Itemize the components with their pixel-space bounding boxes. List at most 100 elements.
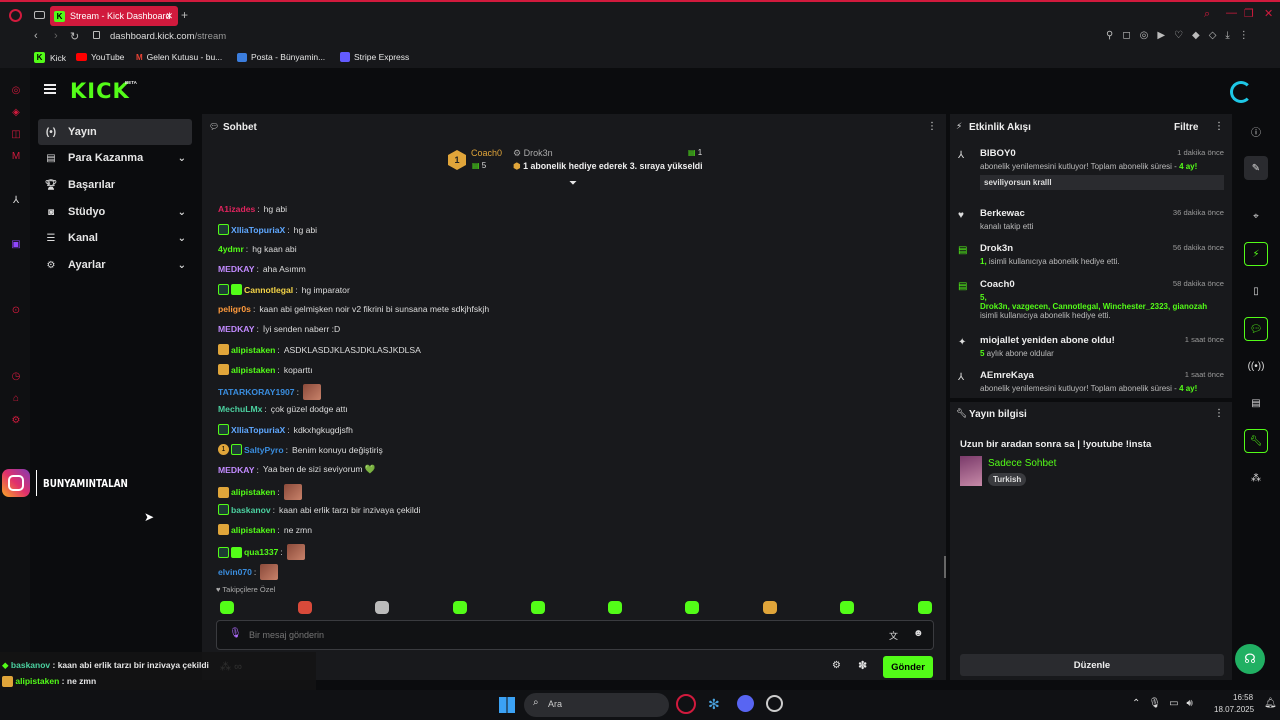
user-avatar[interactable]: [1230, 81, 1252, 103]
nav-item-kanal[interactable]: ☰ Kanal ⌄: [38, 225, 192, 251]
chat-username[interactable]: Cannotlegal: [244, 285, 293, 295]
activity-event[interactable]: ▤ Coach0 58 dakika önce 5, Drok3n, vazgecen,…: [958, 279, 1224, 329]
chat-username[interactable]: MEDKAY: [218, 264, 254, 274]
emoji-picker-icon[interactable]: ☻: [913, 628, 924, 639]
obs-taskbar-icon[interactable]: [766, 695, 783, 712]
chat-settings-icon[interactable]: ⚙: [832, 660, 841, 671]
nav-item-studyo[interactable]: ◙ Stüdyo ⌄: [38, 199, 192, 225]
opera-logo-icon[interactable]: [9, 9, 22, 22]
emote-item[interactable]: [918, 601, 932, 614]
chat-username[interactable]: baskanov: [231, 505, 271, 515]
emote-item[interactable]: [220, 601, 234, 614]
bookmark-mail[interactable]: Posta - Bünyamin...: [237, 52, 325, 62]
bookmark-gmail[interactable]: M Gelen Kutusu - bu...: [136, 52, 222, 62]
chat-username[interactable]: elvin070: [218, 567, 252, 577]
activity-event[interactable]: ♥ Berkewac 36 dakika önce kanalı takip etti: [958, 208, 1224, 238]
menu-hamburger-icon[interactable]: [44, 84, 56, 94]
category-name[interactable]: Sadece Sohbet: [988, 458, 1056, 469]
browser-tab[interactable]: K Stream - Kick Dashboard ✕: [50, 6, 178, 26]
emote-item[interactable]: [685, 601, 699, 614]
search-tabs-icon[interactable]: ⌕: [1204, 8, 1210, 21]
chat-username[interactable]: alipistaken: [231, 487, 275, 497]
nav-item-para-kazanma[interactable]: ▤ Para Kazanma ⌄: [38, 145, 192, 171]
chat-username[interactable]: peligr0s: [218, 304, 251, 314]
notification-icon[interactable]: 🔔︎: [1264, 698, 1277, 709]
quick-action-icon[interactable]: ⚡︎: [1244, 242, 1268, 266]
emote-item[interactable]: [531, 601, 545, 614]
close-window-icon[interactable]: ✕: [1264, 7, 1273, 20]
activity-menu-icon[interactable]: ⋮: [1214, 121, 1224, 132]
activity-event[interactable]: ⅄ AEmreKaya 1 saat önce abonelik yenilemesi…: [958, 370, 1224, 398]
microphone-icon[interactable]: 🎙︎: [229, 628, 242, 639]
emote-item[interactable]: [763, 601, 777, 614]
opera-sidebar-icons[interactable]: ◎ ◈ ◫ M ⅄ ▣ ⊙ ◷ ⌂ ⚙: [10, 80, 22, 432]
discord-taskbar-icon[interactable]: [737, 695, 754, 712]
emote-item[interactable]: [840, 601, 854, 614]
info-icon[interactable]: ⓘ: [1244, 119, 1268, 143]
kick-logo[interactable]: KICK: [70, 79, 130, 103]
app-taskbar-icon[interactable]: ✻: [708, 696, 720, 713]
new-tab-button[interactable]: +: [181, 8, 188, 22]
emote-item[interactable]: [375, 601, 389, 614]
chat-username[interactable]: 4ydmr: [218, 244, 244, 254]
stream-info-menu-icon[interactable]: ⋮: [1214, 408, 1224, 419]
chat-username[interactable]: SaltyPyro: [244, 445, 284, 455]
screenshot-icon[interactable]: ⌖: [1244, 204, 1268, 228]
filter-button[interactable]: Filtre: [1174, 122, 1198, 133]
tray-icons[interactable]: ⌃🎙︎▭🔊︎: [1132, 698, 1201, 709]
windows-start-icon[interactable]: [499, 697, 515, 713]
clipboard-icon[interactable]: ▯: [1244, 279, 1268, 303]
broadcast-toggle-icon[interactable]: ((•)): [1244, 354, 1268, 378]
forward-icon[interactable]: ›: [54, 30, 58, 42]
chat-input[interactable]: 🎙︎ 文 ☻: [216, 620, 934, 650]
edit-pencil-icon[interactable]: ✎: [1244, 156, 1268, 180]
layout-icon[interactable]: ▤: [1244, 391, 1268, 415]
url-field[interactable]: dashboard.kick.com/stream: [110, 31, 226, 42]
emote-item[interactable]: [453, 601, 467, 614]
chat-toggle-icon[interactable]: 💬︎: [1244, 317, 1268, 341]
share-icon[interactable]: ⁂: [1244, 466, 1268, 490]
chat-scrollbar[interactable]: [944, 556, 946, 578]
chat-username[interactable]: MEDKAY: [218, 324, 254, 334]
collapse-pinned-icon[interactable]: ⏷: [569, 178, 577, 189]
opera-taskbar-icon[interactable]: [676, 694, 696, 714]
chat-menu-icon[interactable]: ⋮: [927, 121, 937, 132]
chat-username[interactable]: XlliaTopuriaX: [231, 225, 285, 235]
chat-username[interactable]: MechuLMx: [218, 404, 262, 414]
taskbar-search[interactable]: ⌕ Ara: [524, 693, 669, 717]
clock-date[interactable]: 18.07.2025: [1214, 705, 1254, 714]
pinned-gifter[interactable]: Coach0: [471, 148, 502, 158]
message-input[interactable]: [249, 627, 849, 643]
activity-event[interactable]: ✦ miojallet yeniden abone oldu! 1 saat önc…: [958, 335, 1224, 365]
back-icon[interactable]: ‹: [34, 30, 38, 42]
tab-close-icon[interactable]: ✕: [165, 11, 173, 22]
bookmark-stripe[interactable]: Stripe Express: [340, 52, 409, 62]
tab-switcher-icon[interactable]: [34, 11, 45, 19]
support-chat-button[interactable]: ☊: [1235, 644, 1265, 674]
nav-item-yayin[interactable]: (•) Yayın: [38, 119, 192, 145]
bookmark-kick[interactable]: K Kick: [34, 52, 66, 63]
activity-event[interactable]: ▤ Drok3n 56 dakika önce 1, isimli kullanıcı…: [958, 243, 1224, 273]
chat-username[interactable]: XlliaTopuriaX: [231, 425, 285, 435]
emote-item[interactable]: [608, 601, 622, 614]
chat-username[interactable]: qua1337: [244, 547, 278, 557]
chat-username[interactable]: alipistaken: [231, 525, 275, 535]
reload-icon[interactable]: ↻: [70, 30, 79, 43]
translate-icon[interactable]: 文: [889, 629, 898, 642]
chat-username[interactable]: A1izades: [218, 204, 255, 214]
chat-username[interactable]: MEDKAY: [218, 465, 254, 475]
clock-time[interactable]: 16:58: [1233, 693, 1253, 702]
pinned-user[interactable]: ⚙ Drok3n: [513, 148, 553, 159]
bookmark-youtube[interactable]: YouTube: [76, 52, 124, 62]
tools-icon[interactable]: 🔧︎: [1244, 429, 1268, 453]
minimize-icon[interactable]: —: [1226, 7, 1237, 19]
activity-event[interactable]: ⅄ BIBOY0 1 dakika önce abonelik yenilemesin…: [958, 148, 1224, 196]
nav-item-ayarlar[interactable]: ⚙ Ayarlar ⌄: [38, 252, 192, 278]
emote-item[interactable]: [298, 601, 312, 614]
extension-icons[interactable]: ⚲◻◎▶♡◆◇⤓⋮: [1106, 30, 1258, 41]
chat-username[interactable]: TATARKORAY1907: [218, 387, 295, 397]
chat-username[interactable]: alipistaken: [231, 345, 275, 355]
send-button[interactable]: Gönder: [883, 656, 933, 678]
quick-emote-icon[interactable]: ✽: [858, 659, 867, 672]
maximize-icon[interactable]: ❐: [1244, 7, 1254, 20]
